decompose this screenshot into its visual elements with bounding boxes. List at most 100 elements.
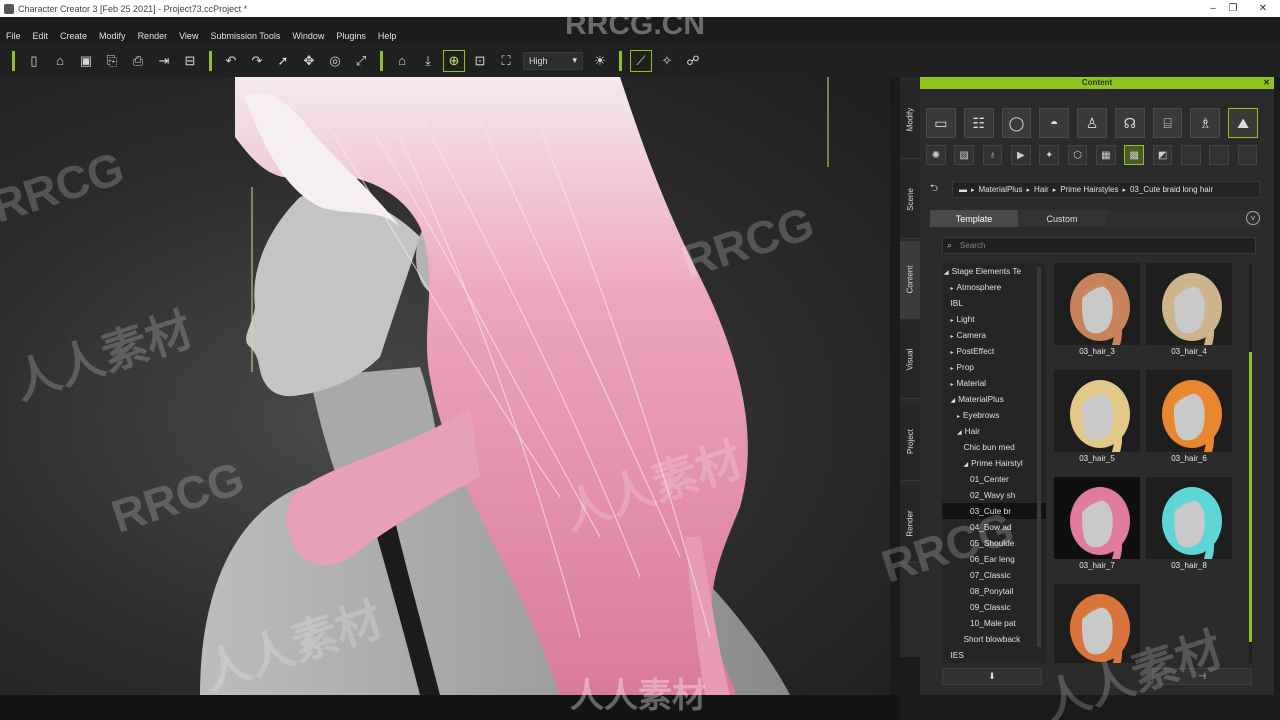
- tree-item[interactable]: 03_Cute br: [942, 503, 1046, 519]
- network-icon[interactable]: ☍: [682, 50, 704, 72]
- tab-custom[interactable]: Custom: [1018, 210, 1106, 227]
- tree-item[interactable]: ▸ Eyebrows: [942, 407, 1046, 423]
- folder-icon[interactable]: ▭: [926, 108, 956, 138]
- tree-item[interactable]: 08_Ponytail: [942, 583, 1046, 599]
- breadcrumb-item[interactable]: MaterialPlus: [979, 185, 1023, 194]
- menu-help[interactable]: Help: [378, 31, 397, 41]
- new-file-icon[interactable]: ▯: [23, 50, 45, 72]
- empty-slot-icon[interactable]: [1237, 145, 1258, 165]
- tree-item[interactable]: 06_Ear leng: [942, 551, 1046, 567]
- light-icon[interactable]: ☀: [589, 50, 611, 72]
- body-icon[interactable]: ♙: [1077, 108, 1107, 138]
- tree-scrollbar[interactable]: [1037, 267, 1041, 647]
- menu-view[interactable]: View: [179, 31, 198, 41]
- menu-create[interactable]: Create: [60, 31, 87, 41]
- camera-icon[interactable]: ▶: [1010, 145, 1031, 165]
- move-icon[interactable]: ✥: [298, 50, 320, 72]
- download-button[interactable]: ⬇: [942, 668, 1042, 685]
- ies-icon[interactable]: ◩: [1152, 145, 1173, 165]
- save-icon[interactable]: ▣: [75, 50, 97, 72]
- menu-render[interactable]: Render: [138, 31, 168, 41]
- hair-thumbnail[interactable]: 03_hair_8: [1146, 477, 1232, 582]
- menu-window[interactable]: Window: [292, 31, 324, 41]
- tree-item[interactable]: 04_Bow ad: [942, 519, 1046, 535]
- prop-icon[interactable]: ⬡: [1067, 145, 1088, 165]
- tree-item[interactable]: ◢ Hair: [942, 423, 1046, 439]
- send-icon[interactable]: ⇥: [153, 50, 175, 72]
- tree-item[interactable]: Chic bun med: [942, 439, 1046, 455]
- hair-thumbnail[interactable]: [1054, 584, 1140, 663]
- frame-all-icon[interactable]: ⊡: [469, 50, 491, 72]
- tab-content[interactable]: Content: [900, 241, 920, 319]
- collapse-arrow-icon[interactable]: ◢: [957, 430, 962, 436]
- tree-item[interactable]: ◢ Stage Elements Te: [942, 263, 1046, 279]
- tree-item[interactable]: IBL: [942, 295, 1046, 311]
- menu-submission-tools[interactable]: Submission Tools: [210, 31, 280, 41]
- folder-icon[interactable]: ▬: [959, 185, 967, 194]
- tree-item[interactable]: Short blowback: [942, 631, 1046, 647]
- motion-icon[interactable]: ♗: [1190, 108, 1221, 138]
- avatar-icon[interactable]: ☷: [963, 108, 994, 138]
- light-bulb-icon[interactable]: ♁: [982, 145, 1003, 165]
- search-input[interactable]: ⌕ Search: [942, 237, 1256, 254]
- collapse-arrow-icon[interactable]: ◢: [944, 270, 949, 276]
- hair-thumbnail[interactable]: 03_hair_3: [1054, 263, 1140, 368]
- tree-item[interactable]: ▸ Prop: [942, 359, 1046, 375]
- scale-icon[interactable]: ⤢: [350, 50, 372, 72]
- expand-arrow-icon[interactable]: ▸: [951, 366, 954, 372]
- home-camera-icon[interactable]: ⌂: [391, 50, 413, 72]
- chevron-down-icon[interactable]: ˅: [1246, 211, 1260, 225]
- tree-item[interactable]: ▸ Atmosphere: [942, 279, 1046, 295]
- tree-item[interactable]: IES: [942, 647, 1046, 663]
- menu-edit[interactable]: Edit: [33, 31, 49, 41]
- tab-visual[interactable]: Visual: [900, 321, 920, 399]
- tab-template[interactable]: Template: [930, 210, 1018, 227]
- tree-item[interactable]: 07_Classic: [942, 567, 1046, 583]
- collapse-arrow-icon[interactable]: ◢: [951, 398, 956, 404]
- tab-project[interactable]: Project: [900, 403, 920, 481]
- posteffect-icon[interactable]: ✦: [1039, 145, 1060, 165]
- back-icon[interactable]: ⮌: [930, 181, 952, 198]
- redo-icon[interactable]: ↷: [246, 50, 268, 72]
- maximize-button[interactable]: ❐: [1216, 0, 1250, 17]
- 3d-viewport[interactable]: [0, 77, 890, 695]
- atmosphere-icon[interactable]: ✺: [926, 145, 946, 165]
- close-button[interactable]: ✕: [1246, 0, 1280, 17]
- tree-item[interactable]: ◢ MaterialPlus: [942, 391, 1046, 407]
- hair-thumbnail[interactable]: 03_hair_7: [1054, 477, 1140, 582]
- pose-icon[interactable]: ✧: [656, 50, 678, 72]
- select-icon[interactable]: ➚: [272, 50, 294, 72]
- ibl-icon[interactable]: ▨: [954, 145, 975, 165]
- tree-item[interactable]: ◢ Prime Hairstyl: [942, 455, 1046, 471]
- tree-item[interactable]: ▸ Light: [942, 311, 1046, 327]
- tree-item[interactable]: 05_Shoulde: [942, 535, 1046, 551]
- breadcrumb-item[interactable]: 03_Cute braid long hair: [1130, 185, 1213, 194]
- expand-arrow-icon[interactable]: ▸: [951, 334, 954, 340]
- tree-item[interactable]: 02_Wavy sh: [942, 487, 1046, 503]
- render-quality-select[interactable]: High ▾: [523, 51, 583, 70]
- cloth-icon[interactable]: ⌸: [1152, 108, 1183, 138]
- tree-item[interactable]: 09_Classic: [942, 599, 1046, 615]
- tree-item[interactable]: ▸ PostEffect: [942, 343, 1046, 359]
- hair-thumbnail[interactable]: 03_hair_6: [1146, 370, 1232, 475]
- tree-item[interactable]: ▸ Material: [942, 375, 1046, 391]
- frame-selected-icon[interactable]: ⊕: [443, 49, 465, 72]
- rotate-icon[interactable]: ◎: [324, 50, 346, 72]
- drop-to-floor-icon[interactable]: ⤓: [417, 50, 439, 72]
- hair-icon[interactable]: ☊: [1114, 108, 1145, 138]
- tab-scene[interactable]: Scene: [900, 161, 920, 239]
- head-icon[interactable]: ◯: [1001, 108, 1032, 138]
- tree-item[interactable]: ▸ Camera: [942, 327, 1046, 343]
- tree-item[interactable]: 10_Male pat: [942, 615, 1046, 631]
- grid-scrollbar[interactable]: [1249, 352, 1252, 642]
- skin-icon[interactable]: ◓: [1039, 108, 1070, 138]
- camera-fit-icon[interactable]: ⛶: [495, 50, 517, 72]
- material-icon[interactable]: ▦: [1095, 145, 1116, 165]
- expand-arrow-icon[interactable]: ▸: [951, 350, 954, 356]
- breadcrumb-item[interactable]: Prime Hairstyles: [1060, 185, 1118, 194]
- render-icon[interactable]: ⊟: [179, 50, 201, 72]
- tab-render[interactable]: Render: [900, 485, 920, 563]
- expand-arrow-icon[interactable]: ▸: [957, 414, 960, 420]
- hair-thumbnail[interactable]: 03_hair_5: [1054, 370, 1140, 475]
- menu-file[interactable]: File: [6, 31, 21, 41]
